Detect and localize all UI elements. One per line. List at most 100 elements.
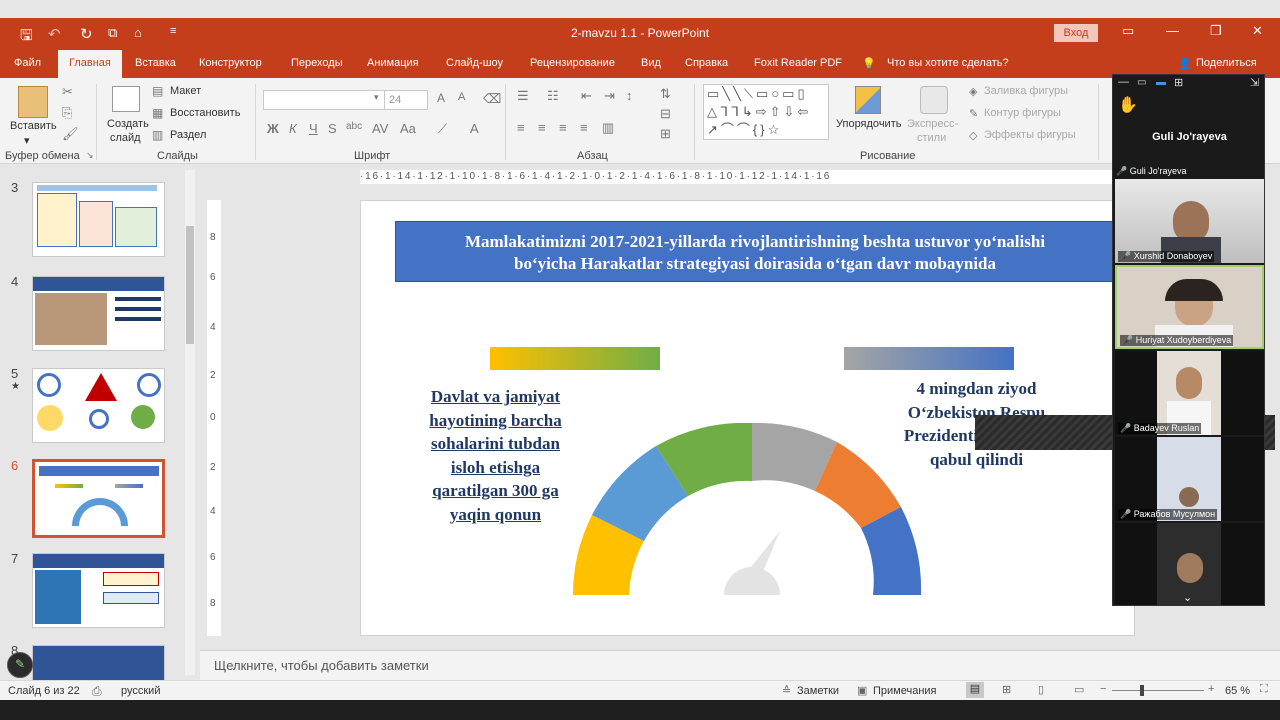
shape-effects-icon[interactable]: ◇ [969,129,977,142]
layout-button[interactable]: Макет [170,85,201,97]
reading-view-icon[interactable]: ▯ [1038,683,1044,696]
slide-thumbnail-3[interactable] [32,182,165,257]
bullets-icon[interactable]: ☰ [517,88,529,104]
bold-button[interactable]: Ж [267,121,279,136]
quick-styles-button[interactable]: Экспресс- [907,118,958,130]
section-icon[interactable]: ▥ [152,128,163,142]
gradient-bar-left[interactable] [490,347,660,370]
slideshow-icon[interactable]: ▭ [1074,683,1084,696]
zoom-slider[interactable] [1112,690,1204,691]
tab-animations[interactable]: Анимация [367,57,419,69]
dialog-launcher-icon[interactable]: ↘ [86,150,94,161]
share-icon[interactable]: 👤 [1178,57,1192,70]
cut-icon[interactable]: ✂ [62,84,73,100]
login-button[interactable]: Вход [1054,24,1098,42]
slide-thumbnail-7[interactable] [32,553,165,628]
scroll-down-icon[interactable]: ⌄ [1183,591,1192,604]
change-case-icon[interactable]: Aa [400,121,416,136]
slide-title-box[interactable]: Mamlakatimizni 2017-2021-yillarda rivojl… [395,221,1115,282]
comments-toggle[interactable]: Примечания [873,685,937,697]
expand-panel-icon[interactable]: ⇲ [1250,76,1259,89]
gradient-bar-right[interactable] [844,347,1014,370]
columns-icon[interactable]: ▥ [602,120,614,136]
quick-styles-icon[interactable] [920,86,948,114]
notes-placeholder[interactable]: Щелкните, чтобы добавить заметки [214,658,429,673]
slide-thumbnail-4[interactable] [32,276,165,351]
spellcheck-icon[interactable]: ⎙ [92,684,102,699]
new-slide-button[interactable]: Создать [107,118,149,130]
clear-format-icon[interactable]: ⌫ [483,91,501,107]
share-button[interactable]: Поделиться [1196,57,1257,69]
quick-styles-button-line2[interactable]: стили [917,132,946,144]
video-tile-xurshid[interactable]: 🎤 Xurshid Donaboyev [1115,179,1264,263]
zoom-in-icon[interactable]: + [1208,683,1214,695]
new-slide-button-line2[interactable]: слайд [110,132,141,144]
layout-icon[interactable]: ▤ [152,84,163,98]
font-color-icon[interactable]: A [470,121,479,136]
highlight-icon[interactable]: ⟋ [438,121,447,137]
smartart-icon[interactable]: ⊞ [660,126,671,142]
align-text-icon[interactable]: ⊟ [660,106,671,122]
justify-icon[interactable]: ≡ [580,120,588,135]
notes-pane[interactable]: Щелкните, чтобы добавить заметки [200,650,1280,680]
fit-to-window-icon[interactable]: ⛶ [1260,683,1268,696]
font-name-input[interactable] [263,90,385,110]
shape-outline-icon[interactable]: ✎ [969,107,978,120]
underline-button[interactable]: Ч [309,121,318,136]
numbering-icon[interactable]: ☷ [547,88,559,104]
align-left-icon[interactable]: ≡ [517,120,525,135]
grow-font-icon[interactable]: A [437,91,445,105]
zoom-level[interactable]: 65 % [1225,685,1250,697]
increase-indent-icon[interactable]: ⇥ [604,88,615,104]
slide-thumbnail-5[interactable] [32,368,165,443]
text-direction-icon[interactable]: ⇅ [660,86,671,102]
slide-sorter-icon[interactable]: ⊞ [1002,683,1011,696]
align-right-icon[interactable]: ≡ [559,120,567,135]
ribbon-options-icon[interactable]: ▭ [1122,23,1134,39]
tab-review[interactable]: Рецензирование [530,57,615,69]
video-tile-huriyat[interactable]: 🎤 Huriyat Xudoyberdiyeva [1115,265,1264,349]
slide-text-left[interactable]: Davlat va jamiyat hayotining barcha soha… [413,385,578,526]
tell-me-search[interactable]: Что вы хотите сделать? [887,57,1009,69]
pen-tool-icon[interactable]: ✎ [7,652,33,678]
shapes-gallery[interactable]: ▭╲╲⟍▭○▭▯ △ᒣᒣ↳⇨⇧⇩⇦ ↗⌒⌒{}☆ [703,84,829,140]
thumbnails-scrollbar[interactable] [185,170,195,675]
italic-button[interactable]: К [289,121,297,136]
shape-fill-button[interactable]: Заливка фигуры [984,85,1068,97]
decrease-indent-icon[interactable]: ⇤ [581,88,592,104]
strikethrough-button[interactable]: S [328,121,337,136]
zoom-out-icon[interactable]: − [1100,683,1106,695]
video-tile-ruslan[interactable]: 🎤 Badayev Ruslan [1115,351,1264,435]
tab-home[interactable]: Главная [58,50,122,78]
shape-outline-button[interactable]: Контур фигуры [984,107,1061,119]
speaker-view-icon[interactable]: ▭ [1137,77,1146,88]
tab-help[interactable]: Справка [685,57,728,69]
strip-view-icon[interactable]: ▬ [1156,77,1166,88]
reset-button[interactable]: Восстановить [170,107,240,119]
notes-icon[interactable]: ≙ [782,684,791,697]
shrink-font-icon[interactable]: A [458,91,465,103]
notes-toggle[interactable]: Заметки [797,685,839,697]
arrange-icon[interactable] [855,86,881,114]
tab-file[interactable]: Файл [14,57,41,69]
tab-insert[interactable]: Вставка [135,57,176,69]
tab-transitions[interactable]: Переходы [291,57,343,69]
paste-icon[interactable] [18,86,48,118]
slide-thumbnail-6[interactable] [32,459,165,538]
align-center-icon[interactable]: ≡ [538,120,546,135]
line-spacing-icon[interactable]: ↕ [626,88,633,103]
format-painter-icon[interactable]: 🖌 [62,126,79,142]
video-tile-rajabov[interactable]: 🎤 Ражабов Мусулмон [1115,437,1264,521]
slide-thumbnail-8[interactable] [32,645,165,685]
tab-foxit[interactable]: Foxit Reader PDF [754,57,842,69]
arrange-button[interactable]: Упорядочить [836,118,901,130]
comments-icon[interactable]: ▣ [857,684,867,697]
char-spacing-icon[interactable]: AV [372,121,388,136]
tab-slideshow[interactable]: Слайд-шоу [446,57,503,69]
gallery-view-icon[interactable]: ⊞ [1174,76,1183,89]
zoom-slider-thumb[interactable] [1140,685,1144,696]
gauge-graphic[interactable] [571,423,933,603]
minimize-icon[interactable]: — [1166,23,1179,38]
maximize-icon[interactable]: ❐ [1210,23,1222,39]
close-icon[interactable]: ✕ [1252,23,1263,39]
